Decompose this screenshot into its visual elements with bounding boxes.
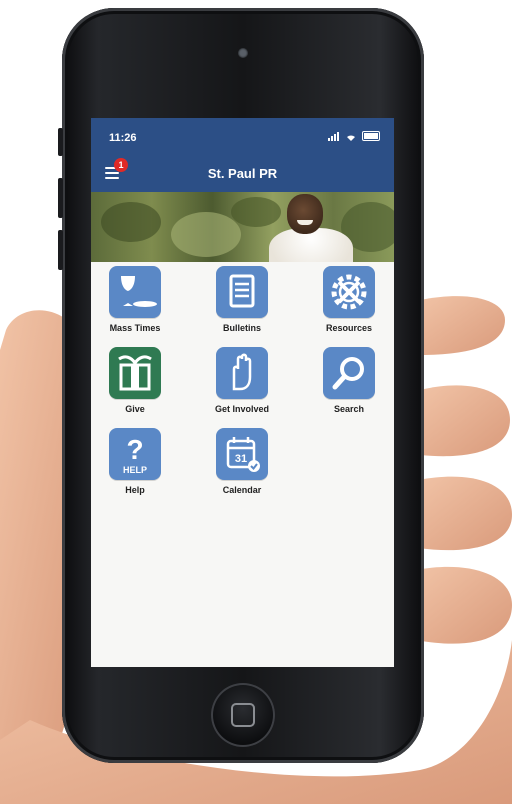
- banner-image: [91, 192, 394, 262]
- chalice-icon: [109, 266, 161, 318]
- home-square-icon: [231, 703, 255, 727]
- tile-label: Give: [125, 404, 145, 414]
- app-title: St. Paul PR: [207, 166, 278, 181]
- tile-label: Search: [333, 404, 365, 414]
- svg-text:?: ?: [126, 434, 143, 465]
- home-button[interactable]: [211, 683, 275, 747]
- tile-bulletins[interactable]: Bulletins: [202, 266, 282, 333]
- tile-search[interactable]: Search: [309, 347, 389, 414]
- svg-text:31: 31: [235, 453, 247, 465]
- tile-label: Resources: [325, 323, 373, 333]
- raised-hand-icon: [216, 347, 268, 399]
- phone-screen: 11:26 1 St. Paul PR Mass Times Bulletins…: [91, 118, 394, 667]
- tile-resources[interactable]: Resources: [309, 266, 389, 333]
- front-camera: [238, 48, 248, 58]
- tile-label: Help: [125, 485, 145, 495]
- app-header: 1 St. Paul PR: [91, 154, 394, 192]
- tile-label: Calendar: [222, 485, 262, 495]
- tile-give[interactable]: Give: [95, 347, 175, 414]
- document-icon: [216, 266, 268, 318]
- battery-icon: [362, 131, 380, 141]
- gear-tools-icon: [323, 266, 375, 318]
- volume-up-button: [58, 178, 63, 218]
- gift-icon: [109, 347, 161, 399]
- svg-text:HELP: HELP: [123, 465, 147, 475]
- help-icon: ? HELP: [109, 428, 161, 480]
- status-bar: 11:26: [91, 118, 394, 154]
- status-icons: [328, 131, 380, 141]
- tile-calendar[interactable]: 31 Calendar: [202, 428, 282, 495]
- mute-switch: [58, 128, 63, 156]
- priest-portrait: [287, 194, 323, 234]
- tile-label: Get Involved: [214, 404, 269, 414]
- volume-down-button: [58, 230, 63, 270]
- status-time: 11:26: [109, 132, 137, 144]
- wifi-icon: [347, 134, 355, 141]
- tile-help[interactable]: ? HELP Help: [95, 428, 175, 495]
- magnifier-icon: [323, 347, 375, 399]
- tile-label: Mass Times: [109, 323, 161, 333]
- signal-icon: [328, 131, 340, 141]
- tile-label: Bulletins: [222, 323, 261, 333]
- calendar-icon: 31: [216, 428, 268, 480]
- tile-get-involved[interactable]: Get Involved: [202, 347, 282, 414]
- tile-mass-times[interactable]: Mass Times: [95, 266, 175, 333]
